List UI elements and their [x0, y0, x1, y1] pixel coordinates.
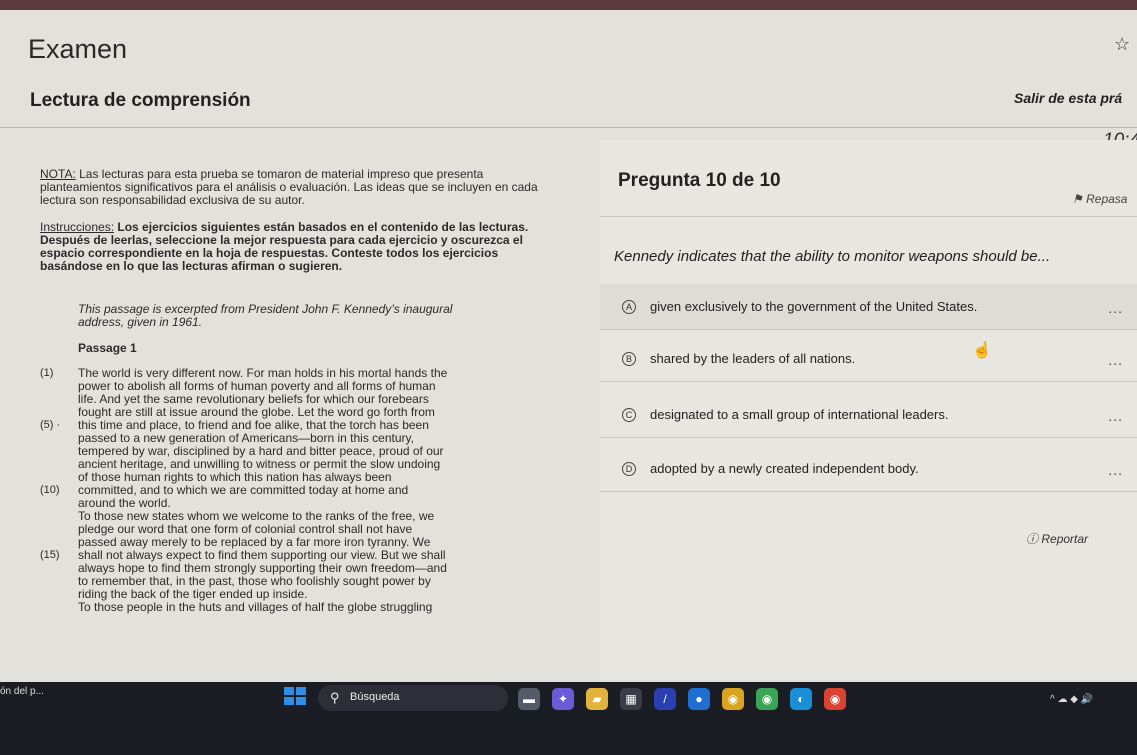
instructions-paragraph: Instrucciones: Los ejercicios siguientes…: [40, 221, 560, 273]
line-number: [40, 393, 78, 406]
line-number: (1): [40, 367, 54, 379]
option-d-text: adopted by a newly created independent b…: [650, 461, 919, 476]
header-divider: [0, 127, 1137, 128]
option-d-letter: D: [622, 462, 636, 476]
instructions-text: Los ejercicios siguientes están basados …: [40, 220, 529, 273]
chrome-alt-icon[interactable]: ◉: [824, 688, 846, 710]
folder-icon[interactable]: ▰: [586, 688, 608, 710]
option-c[interactable]: C designated to a small group of interna…: [600, 392, 1137, 438]
question-panel: Pregunta 10 de 10 ⚑ Repasa Kennedy indic…: [600, 140, 1137, 680]
review-label: Repasa: [1086, 192, 1128, 206]
reading-passage-panel: NOTA: Las lecturas para esta prueba se t…: [40, 168, 560, 614]
line-number: [40, 497, 78, 510]
line-number: [40, 562, 78, 575]
option-a-text: given exclusively to the government of t…: [650, 299, 978, 314]
option-b-more-icon[interactable]: ...: [1108, 352, 1123, 368]
line-number: [40, 575, 78, 588]
favorite-star-icon[interactable]: ☆: [1114, 34, 1130, 55]
report-icon: ⓘ: [1026, 532, 1039, 546]
search-icon: ⚲: [330, 690, 340, 705]
option-a-letter: A: [622, 300, 636, 314]
line-number: [40, 601, 78, 614]
line-number: [40, 432, 78, 445]
ai-app-icon[interactable]: /: [654, 688, 676, 710]
line-text: To those people in the huts and villages…: [78, 600, 433, 614]
line-number: [40, 458, 78, 471]
note-text: Las lecturas para esta prueba se tomaron…: [40, 167, 538, 207]
line-number: [40, 588, 78, 601]
option-c-text: designated to a small group of internati…: [650, 407, 949, 422]
chrome-icon[interactable]: ◉: [756, 688, 778, 710]
report-label: Reportar: [1041, 532, 1089, 546]
review-flag[interactable]: ⚑ Repasa: [1072, 192, 1127, 206]
edge-icon[interactable]: ◐: [790, 688, 812, 710]
line-number: [40, 380, 78, 393]
file-explorer-icon[interactable]: ▬: [518, 688, 540, 710]
line-number: [40, 471, 78, 484]
passage-intro: This passage is excerpted from President…: [78, 302, 453, 329]
note-label: NOTA:: [40, 167, 76, 181]
taskbar-apps: ▬ ✦ ▰ ▦ / ● ◉ ◉ ◐ ◉: [518, 688, 846, 710]
option-a-more-icon[interactable]: ...: [1108, 300, 1123, 316]
section-subtitle: Lectura de comprensión: [30, 90, 251, 111]
flag-icon: ⚑: [1072, 192, 1083, 206]
option-b-letter: B: [622, 352, 636, 366]
copilot-icon[interactable]: ✦: [552, 688, 574, 710]
exit-practice-link[interactable]: Salir de esta prá: [1014, 90, 1122, 106]
option-d-more-icon[interactable]: ...: [1108, 462, 1123, 478]
line-number: [40, 445, 78, 458]
search-label: Búsqueda: [350, 691, 400, 703]
taskbar-search[interactable]: ⚲ Búsqueda: [318, 685, 508, 711]
line-number: (10): [40, 484, 60, 496]
outlook-icon[interactable]: ●: [688, 688, 710, 710]
question-text: Kennedy indicates that the ability to mo…: [614, 248, 1051, 265]
taskbar: ón del p... ⚲ Búsqueda ▬ ✦ ▰ ▦ / ● ◉ ◉ ◐…: [0, 682, 1137, 755]
system-tray[interactable]: ^ ☁ ◆ 🔊: [1050, 694, 1093, 705]
page-title: Examen: [28, 34, 128, 64]
option-b-text: shared by the leaders of all nations.: [650, 351, 856, 366]
note-paragraph: NOTA: Las lecturas para esta prueba se t…: [40, 168, 560, 207]
report-button[interactable]: ⓘ Reportar: [1026, 530, 1088, 547]
line-number: (15): [40, 549, 60, 561]
line-number: [40, 536, 78, 549]
calendar-icon[interactable]: ▦: [620, 688, 642, 710]
line-number: [40, 406, 78, 419]
line-number: [40, 510, 78, 523]
passage-text: (1) The world is very different now. For …: [40, 367, 560, 614]
hand-cursor-icon: ☝: [972, 342, 992, 359]
option-b[interactable]: B shared by the leaders of all nations. …: [600, 336, 1137, 382]
windows-start-icon[interactable]: [284, 687, 306, 705]
chrome-canary-icon[interactable]: ◉: [722, 688, 744, 710]
option-c-letter: C: [622, 408, 636, 422]
option-a[interactable]: A given exclusively to the government of…: [600, 284, 1137, 330]
window-top-band: [0, 0, 1137, 10]
taskbar-left-label[interactable]: ón del p...: [0, 686, 44, 697]
line-number: (5) ·: [40, 419, 61, 431]
passage-title: Passage 1: [78, 341, 137, 355]
option-d[interactable]: D adopted by a newly created independent…: [600, 446, 1137, 492]
question-divider: [600, 216, 1137, 217]
passage-line: To those people in the huts and villages…: [40, 601, 560, 614]
instructions-label: Instrucciones:: [40, 220, 115, 234]
option-c-more-icon[interactable]: ...: [1108, 408, 1123, 424]
line-number: [40, 523, 78, 536]
question-counter: Pregunta 10 de 10: [618, 170, 781, 191]
